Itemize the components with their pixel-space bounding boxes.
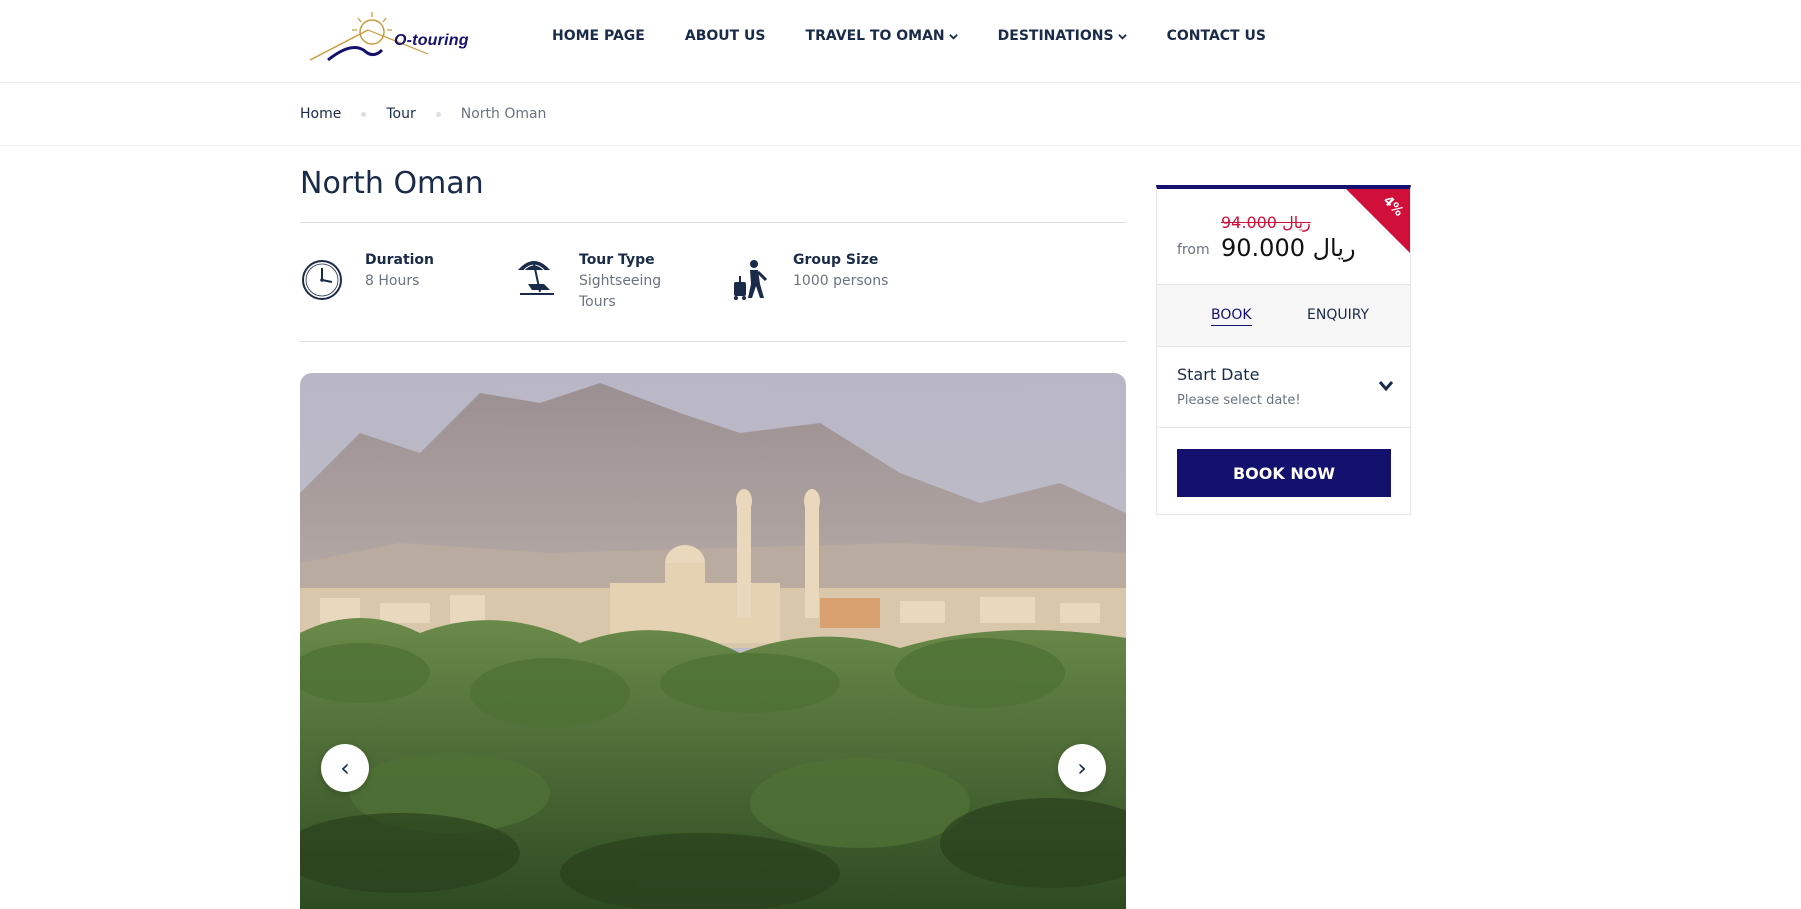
start-date-placeholder: Please select date! [1177, 393, 1301, 408]
nav-about[interactable]: ABOUT US [685, 28, 766, 44]
old-price: 94.000 ريال [1221, 213, 1311, 232]
nav-travel-label: TRAVEL TO OMAN [805, 28, 945, 44]
main-nav: HOME PAGE ABOUT US TRAVEL TO OMAN DESTIN… [552, 28, 1306, 44]
page-title: North Oman [300, 166, 484, 201]
clock-icon [302, 260, 342, 300]
info-value: 1000 persons [793, 273, 889, 289]
breadcrumb-separator [435, 111, 441, 117]
info-group-size: Group Size 1000 persons [728, 250, 888, 302]
nav-contact-label: CONTACT US [1166, 28, 1266, 44]
info-tour-type: Tour Type Sightseeing Tours [514, 250, 679, 313]
booking-tabs: BOOK ENQUIRY [1157, 285, 1410, 347]
breadcrumb: Home Tour North Oman [300, 106, 546, 122]
tab-enquiry[interactable]: ENQUIRY [1307, 307, 1369, 323]
info-value: 8 Hours [365, 273, 420, 289]
nav-home[interactable]: HOME PAGE [552, 28, 645, 44]
price-from-label: from [1177, 242, 1210, 258]
divider [300, 222, 1126, 223]
gallery-prev-button[interactable]: ‹ [321, 744, 369, 792]
tab-book[interactable]: BOOK [1211, 307, 1252, 326]
nav-destinations[interactable]: DESTINATIONS [998, 28, 1127, 44]
nav-travel-to-oman[interactable]: TRAVEL TO OMAN [806, 28, 958, 44]
logo-text[interactable]: O-touring [394, 32, 469, 50]
divider [300, 341, 1126, 342]
start-date-label: Start Date [1177, 365, 1260, 384]
nav-home-label: HOME PAGE [552, 28, 645, 44]
breadcrumb-tour[interactable]: Tour [386, 106, 415, 122]
traveler-luggage-icon [734, 260, 768, 300]
tour-gallery[interactable] [300, 373, 1126, 909]
site-header: O-touring HOME PAGE ABOUT US TRAVEL TO O… [0, 0, 1801, 83]
beach-umbrella-icon [518, 261, 554, 295]
start-date-select[interactable]: Start Date Please select date! [1157, 347, 1410, 428]
breadcrumb-home[interactable]: Home [300, 106, 341, 122]
chevron-down-icon [1378, 381, 1394, 392]
gallery-photo [300, 373, 1126, 909]
nav-destinations-label: DESTINATIONS [997, 28, 1114, 44]
book-now-button[interactable]: BOOK NOW [1177, 449, 1391, 497]
gallery-next-button[interactable]: › [1058, 744, 1106, 792]
info-label: Duration [365, 252, 435, 268]
current-price: 90.000 ريال [1221, 234, 1356, 262]
breadcrumb-bar: Home Tour North Oman [0, 83, 1801, 146]
chevron-down-icon [948, 33, 958, 40]
info-duration: Duration 8 Hours [300, 250, 434, 302]
nav-contact[interactable]: CONTACT US [1167, 28, 1266, 44]
info-value: Sightseeing Tours [579, 273, 662, 310]
chevron-down-icon [1117, 33, 1127, 40]
info-label: Group Size [793, 252, 879, 268]
info-label: Tour Type [579, 252, 655, 268]
breadcrumb-separator [361, 111, 367, 117]
breadcrumb-current: North Oman [460, 106, 547, 122]
booking-card: 4% 94.000 ريال from 90.000 ريال BOOK ENQ… [1156, 185, 1411, 515]
nav-about-label: ABOUT US [684, 28, 766, 44]
